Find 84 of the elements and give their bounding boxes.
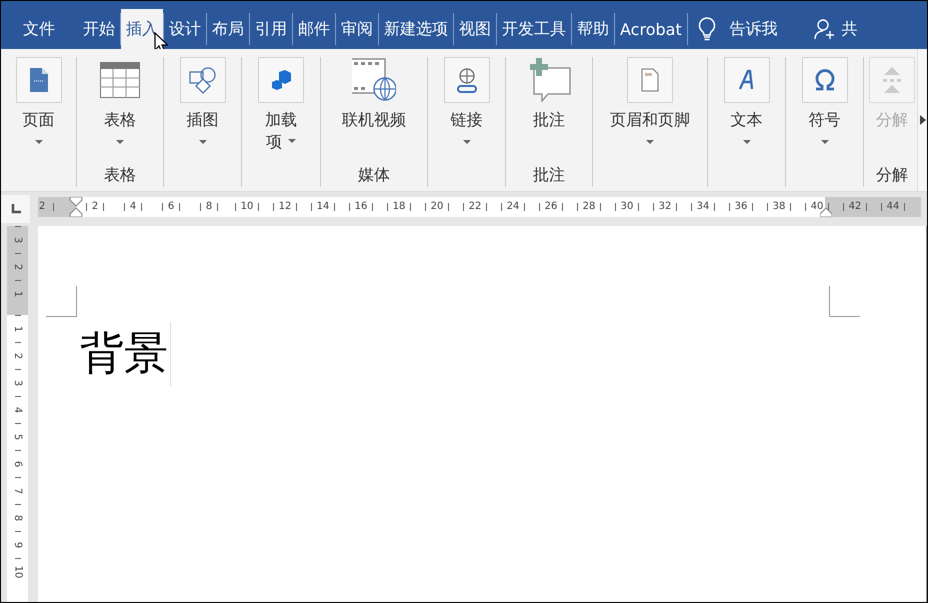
comment-plus-icon (527, 58, 571, 102)
scroll-right-icon[interactable] (917, 49, 927, 191)
group-label: 媒体 (358, 165, 390, 186)
ruler-number: 32 (658, 200, 672, 214)
ruler-number: 36 (734, 200, 748, 214)
triangles-icon (882, 65, 902, 95)
ruler-number: 7 (12, 488, 24, 494)
crop-mark (46, 286, 77, 317)
ruler-number: 2 (92, 200, 98, 214)
ruler-number: 2 (12, 352, 24, 360)
ruler-number: 30 (620, 200, 634, 214)
ruler-number: 24 (506, 200, 520, 214)
cubes-icon (270, 69, 292, 91)
ruler-number: 10 (12, 566, 24, 578)
ruler-number: 10 (240, 200, 254, 214)
ruler-number: 38 (772, 200, 786, 214)
ruler-number: 28 (582, 200, 596, 214)
ribbon-tab[interactable]: 审阅 (336, 9, 378, 49)
ruler-number: 9 (12, 542, 24, 548)
ribbon-button[interactable]: 加载项 (258, 57, 304, 187)
indent-marker-icon[interactable] (69, 197, 83, 217)
table-icon (100, 62, 140, 98)
ruler-number: 8 (12, 514, 24, 522)
add-person-icon[interactable] (814, 18, 836, 40)
ribbon-button[interactable]: 表格 (97, 57, 143, 165)
tab-stop-icon[interactable] (1, 195, 30, 223)
ribbon-tab[interactable]: 帮助 (572, 9, 614, 49)
crop-mark (829, 286, 860, 317)
ribbon-button[interactable]: 文本 (724, 57, 770, 187)
ribbon-tab[interactable]: 开始 (77, 9, 120, 49)
ribbon-button[interactable]: 页眉和页脚 (610, 57, 690, 187)
ruler-number: 44 (886, 200, 900, 214)
ruler-number: 12 (278, 200, 292, 214)
ribbon-tab[interactable]: 引用 (250, 9, 292, 49)
ribbon-tab[interactable]: 布局 (207, 9, 249, 49)
group-label: 表格 (104, 165, 136, 186)
ribbon-tab[interactable]: 视图 (454, 9, 496, 49)
ruler-number: 2 (39, 200, 46, 214)
ruler-number: 34 (696, 200, 710, 214)
document-text: 背景 (80, 322, 171, 386)
ruler-number: 20 (430, 200, 444, 214)
video-globe-icon (352, 58, 396, 102)
ruler-number: 1 (12, 290, 24, 298)
ribbon-tab[interactable]: Acrobat (615, 9, 687, 49)
ruler-number: 6 (168, 200, 174, 214)
ruler-number: 6 (12, 460, 24, 468)
ribbon-button[interactable]: 联机视频 (342, 57, 406, 165)
ruler-number: 26 (544, 200, 558, 214)
ruler-number: 5 (12, 434, 24, 440)
ruler-number: 4 (12, 406, 24, 414)
ribbon-button[interactable]: 批注 (526, 57, 572, 165)
ruler-number: 3 (12, 380, 24, 386)
ruler-number: 2 (12, 264, 24, 270)
ribbon-button[interactable]: 符号 (802, 57, 848, 187)
ribbon-tab[interactable]: 文件 (1, 9, 77, 49)
ruler-number: 4 (130, 200, 136, 214)
ribbon-tab[interactable]: 新建选项 (379, 9, 453, 49)
group-label: 批注 (533, 165, 565, 186)
shapes-icon (188, 66, 216, 94)
ribbon-button[interactable]: 链接 (444, 57, 490, 187)
ruler-number: 16 (354, 200, 368, 214)
ruler-number: 1 (12, 326, 24, 332)
letter-icon (738, 69, 756, 91)
ribbon-button[interactable]: 页面 (16, 57, 62, 187)
ribbon-tab[interactable]: 邮件 (293, 9, 335, 49)
document-icon (641, 68, 659, 92)
ribbon-tab[interactable]: 开发工具 (497, 9, 571, 49)
ruler-number: 14 (316, 200, 330, 214)
lightbulb-icon[interactable] (698, 17, 716, 41)
share-button[interactable]: 共 (842, 18, 858, 40)
page-icon (28, 67, 48, 93)
ruler-number: 40 (810, 200, 824, 214)
ruler-number: 3 (12, 236, 24, 244)
ruler-number: 42 (848, 200, 862, 214)
ribbon-button[interactable]: 插图 (180, 57, 226, 187)
indent-marker-icon[interactable] (820, 208, 832, 217)
tell-me-search[interactable]: 告诉我 (730, 18, 778, 40)
omega-icon (814, 69, 836, 91)
ruler-number: 18 (392, 200, 406, 214)
globe-link-icon (456, 67, 478, 93)
ruler-number: 22 (468, 200, 482, 214)
ribbon-tab[interactable]: 设计 (164, 9, 206, 49)
group-label: 分解 (876, 165, 908, 186)
ruler-number: 8 (206, 200, 212, 214)
